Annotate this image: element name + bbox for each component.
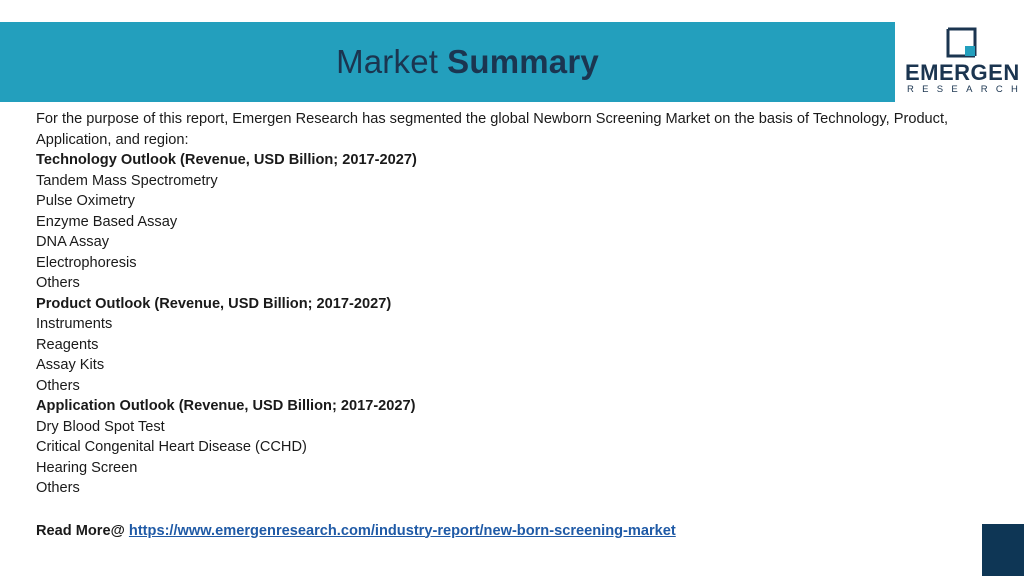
list-item: Electrophoresis bbox=[36, 254, 137, 271]
title-bold: Summary bbox=[447, 43, 599, 80]
page-title: Market Summary bbox=[0, 22, 935, 102]
corner-block bbox=[982, 524, 1024, 576]
list-item: Assay Kits bbox=[36, 357, 105, 373]
section-heading-technology: Technology Outlook (Revenue, USD Billion… bbox=[36, 152, 417, 168]
list-item: Hearing Screen bbox=[36, 459, 138, 476]
list-item: DNA Assay bbox=[36, 234, 109, 250]
section-heading-product: Product Outlook (Revenue, USD Billion; 2… bbox=[36, 295, 392, 312]
read-more-row: Read More@ https://www.emergenresearch.c… bbox=[36, 521, 966, 542]
list-item: Others bbox=[36, 480, 80, 496]
list-item: Enzyme Based Assay bbox=[36, 213, 178, 230]
intro-text: For the purpose of this report, Emergen … bbox=[36, 111, 949, 148]
list-item: Reagents bbox=[36, 336, 99, 353]
list-item: Tandem Mass Spectrometry bbox=[36, 172, 218, 189]
header-band: Market Summary bbox=[0, 22, 895, 102]
read-more-label: Read More@ bbox=[36, 522, 125, 539]
logo-subtitle: RESEARCH bbox=[907, 84, 1024, 95]
summary-content: For the purpose of this report, Emergen … bbox=[36, 109, 966, 541]
report-link[interactable]: https://www.emergenresearch.com/industry… bbox=[129, 523, 676, 539]
emergen-logo: EMERGEN RESEARCH bbox=[905, 22, 1024, 102]
list-item: Instruments bbox=[36, 316, 113, 332]
list-item: Others bbox=[36, 275, 80, 291]
logo-name: EMERGEN bbox=[905, 60, 1020, 85]
logo-mark-icon bbox=[946, 27, 977, 58]
list-item: Dry Blood Spot Test bbox=[36, 418, 165, 435]
list-item: Pulse Oximetry bbox=[36, 193, 135, 209]
list-item: Others bbox=[36, 377, 80, 394]
title-light: Market bbox=[336, 43, 439, 80]
list-item: Critical Congenital Heart Disease (CCHD) bbox=[36, 439, 307, 455]
section-heading-application: Application Outlook (Revenue, USD Billio… bbox=[36, 398, 416, 414]
